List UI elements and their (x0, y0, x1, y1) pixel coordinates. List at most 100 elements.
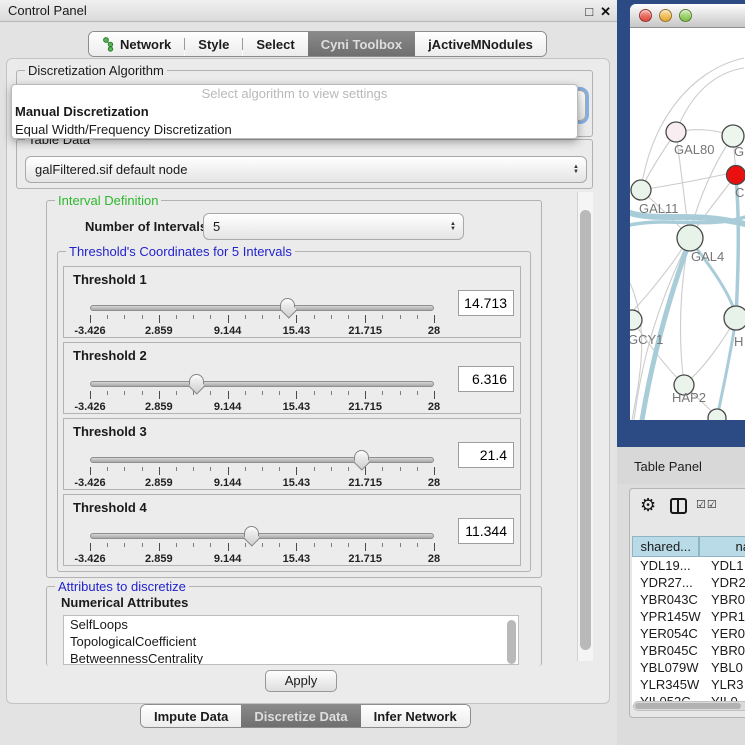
node-h[interactable] (724, 306, 745, 330)
node-label: G (734, 144, 744, 159)
table-horizontal-scrollbar-thumb[interactable] (635, 703, 741, 709)
attributes-group: Attributes to discretize Numerical Attri… (46, 586, 542, 666)
slider-thumb[interactable] (354, 450, 369, 462)
threshold-3-slider[interactable]: -3.426 2.859 9.144 15.43 21.715 28 (90, 451, 434, 489)
slider-tick-labels: -3.426 2.859 9.144 15.43 21.715 28 (90, 401, 434, 413)
table-row[interactable]: YER054CYER0 (632, 625, 745, 642)
table-horizontal-scrollbar[interactable] (633, 701, 745, 711)
slider-track[interactable] (90, 381, 434, 387)
tab-network-label: Network (120, 37, 171, 52)
gear-icon[interactable]: ⚙ (640, 495, 656, 516)
list-item[interactable]: SelfLoops (64, 616, 518, 633)
control-panel-titlebar: Control Panel □ ✕ (0, 0, 617, 22)
tab-cyni-toolbox[interactable]: Cyni Toolbox (308, 32, 415, 56)
node-gal4[interactable] (677, 225, 703, 251)
close-icon[interactable]: ✕ (600, 1, 611, 22)
table-panel-title: Table Panel (634, 459, 702, 474)
tab-style-label: Style (198, 37, 229, 52)
zoom-traffic-light-icon[interactable] (679, 9, 692, 22)
tab-jactivemnodules[interactable]: jActiveMNodules (415, 32, 546, 56)
table-row[interactable]: YBR043CYBR0 (632, 591, 745, 608)
node-gal80[interactable] (666, 122, 686, 142)
slider-ticks (90, 315, 434, 324)
tab-infer-network-label: Infer Network (374, 709, 457, 724)
table-row[interactable]: YDL19...YDL1 (632, 557, 745, 574)
threshold-1-panel: Threshold 1 -3.426 2.859 9.144 15.43 21.… (63, 266, 521, 338)
tab-impute-data[interactable]: Impute Data (141, 705, 241, 727)
slider-tick-labels: -3.426 2.859 9.144 15.43 21.715 28 (90, 325, 434, 337)
list-item[interactable]: BetweennessCentrality (64, 650, 518, 665)
numerical-attributes-list[interactable]: SelfLoops TopologicalCoefficient Between… (63, 615, 519, 665)
tab-infer-network[interactable]: Infer Network (361, 705, 470, 727)
threshold-2-panel: Threshold 2 -3.426 2.859 9.144 15.43 21.… (63, 342, 521, 414)
slider-tick-labels: -3.426 2.859 9.144 15.43 21.715 28 (90, 553, 434, 565)
threshold-4-slider[interactable]: -3.426 2.859 9.144 15.43 21.715 28 (90, 527, 434, 565)
checkbox-icons[interactable]: ☑☑ (696, 498, 718, 511)
network-nodes[interactable] (630, 122, 745, 420)
number-of-intervals-label: Number of Intervals (85, 219, 207, 234)
table-panel-bar: Table Panel (617, 447, 745, 484)
tab-select-label: Select (256, 37, 294, 52)
table-row[interactable]: YPR145WYPR1 (632, 608, 745, 625)
node-red[interactable] (727, 166, 745, 185)
slider-track[interactable] (90, 305, 434, 311)
network-canvas[interactable]: GAL80 G C GAL11 GAL4 GCY1 H HAP2 (630, 28, 745, 420)
column-layout-icon[interactable] (670, 498, 687, 514)
threshold-4-panel: Threshold 4 -3.426 2.859 9.144 15.43 21.… (63, 494, 521, 566)
table-row[interactable]: YBR045CYBR0 (632, 642, 745, 659)
table-header-row: shared... na (632, 536, 745, 557)
node-gal11[interactable] (631, 180, 651, 200)
tab-style[interactable]: Style (185, 32, 242, 56)
tab-jactivemnodules-label: jActiveMNodules (428, 37, 533, 52)
interval-definition-group: Interval Definition Number of Intervals … (46, 200, 542, 578)
node-label: HAP2 (672, 390, 706, 405)
table-data-selected-value: galFiltered.sif default node (35, 162, 187, 177)
threshold-3-value-input[interactable] (458, 442, 514, 468)
node-label: GAL11 (639, 201, 679, 216)
apply-button[interactable]: Apply (265, 670, 337, 692)
table-data-group: Table Data galFiltered.sif default node … (16, 139, 593, 189)
threshold-1-label: Threshold 1 (73, 272, 147, 287)
column-header-shared[interactable]: shared... (632, 536, 699, 557)
tab-cyni-toolbox-label: Cyni Toolbox (321, 37, 402, 52)
table-panel: ⚙ ☑☑ shared... na YDL19...YDL1 YDR27...Y… (629, 488, 745, 718)
slider-thumb[interactable] (189, 374, 204, 386)
threshold-2-slider[interactable]: -3.426 2.859 9.144 15.43 21.715 28 (90, 375, 434, 413)
node-label: GCY1 (630, 332, 663, 347)
threshold-3-panel: Threshold 3 -3.426 2.859 9.144 15.43 21.… (63, 418, 521, 490)
table-data-select[interactable]: galFiltered.sif default node ▲▼ (25, 156, 587, 183)
slider-thumb[interactable] (244, 526, 259, 538)
minimize-traffic-light-icon[interactable] (659, 9, 672, 22)
discretization-algorithm-group-label: Discretization Algorithm (25, 63, 167, 78)
slider-track[interactable] (90, 457, 434, 463)
menu-item-manual-discretization[interactable]: Manual Discretization (12, 103, 577, 121)
slider-thumb[interactable] (280, 298, 295, 310)
slider-tick-labels: -3.426 2.859 9.144 15.43 21.715 28 (90, 477, 434, 489)
menu-item-equal-width-frequency[interactable]: Equal Width/Frequency Discretization (12, 121, 577, 139)
number-of-intervals-select[interactable]: 5 ▲▼ (203, 213, 464, 240)
attributes-list-scrollbar[interactable] (507, 620, 516, 664)
threshold-2-value-input[interactable] (458, 366, 514, 392)
threshold-1-value-input[interactable] (458, 290, 514, 316)
threshold-4-label: Threshold 4 (73, 500, 147, 515)
list-item[interactable]: TopologicalCoefficient (64, 633, 518, 650)
tab-network[interactable]: Network (89, 32, 184, 56)
close-traffic-light-icon[interactable] (639, 9, 652, 22)
float-window-icon[interactable]: □ (585, 1, 593, 22)
table-row[interactable]: YLR345WYLR3 (632, 676, 745, 693)
bottom-tab-bar: Impute Data Discretize Data Infer Networ… (140, 704, 471, 728)
table-rows: YDL19...YDL1 YDR27...YDR2 YBR043CYBR0 YP… (632, 557, 745, 705)
slider-track[interactable] (90, 533, 434, 539)
settings-scrollbar[interactable] (577, 192, 593, 661)
table-row[interactable]: YDR27...YDR2 (632, 574, 745, 591)
tab-discretize-data[interactable]: Discretize Data (241, 705, 360, 727)
network-icon (102, 37, 115, 52)
tab-select[interactable]: Select (243, 32, 307, 56)
node-gcy1[interactable] (630, 310, 642, 330)
settings-scrollbar-thumb[interactable] (580, 210, 591, 650)
threshold-1-slider[interactable]: -3.426 2.859 9.144 15.43 21.715 28 (90, 299, 434, 337)
table-row[interactable]: YBL079WYBL0 (632, 659, 745, 676)
slider-ticks (90, 543, 434, 552)
column-header-name[interactable]: na (699, 536, 745, 557)
threshold-4-value-input[interactable] (458, 518, 514, 544)
